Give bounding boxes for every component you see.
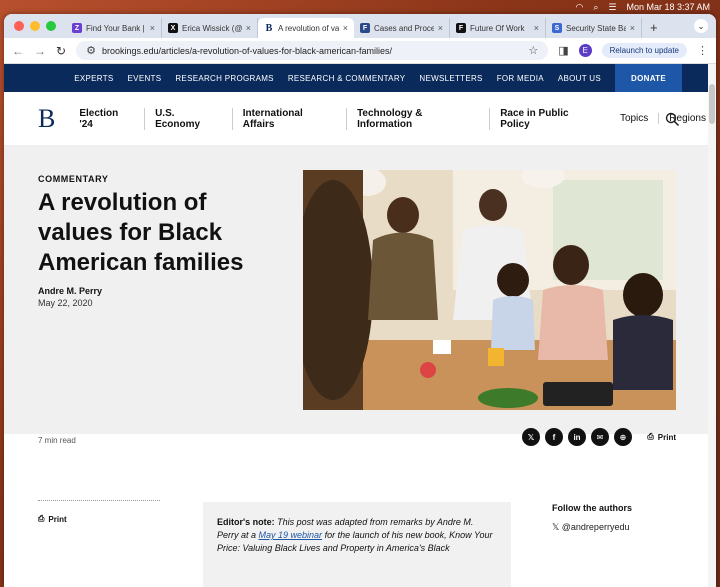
main-nav: B Election '24 U.S. Economy Internationa… <box>4 92 716 146</box>
reload-icon[interactable]: ↻ <box>56 44 66 58</box>
share-reddit-icon[interactable]: ⊕ <box>614 428 632 446</box>
browser-toolbar: ← → ↻ ⚙ brookings.edu/articles/a-revolut… <box>4 38 716 64</box>
tab-title: A revolution of va <box>278 23 339 33</box>
printer-icon: ⎙ <box>38 514 45 523</box>
article-headline: A revolution of values for Black America… <box>38 189 244 276</box>
control-center-icon[interactable]: ☰ <box>608 2 616 13</box>
nav-technology-information[interactable]: Technology & Information <box>357 107 491 130</box>
read-time: 7 min read <box>38 436 76 445</box>
share-buttons: 𝕏 f in ✉ ⊕ <box>522 428 632 446</box>
nav-international-affairs[interactable]: International Affairs <box>243 107 348 130</box>
utility-link-about-us[interactable]: ABOUT US <box>558 74 601 83</box>
search-icon[interactable] <box>665 112 680 130</box>
tab-bar: Z Find Your Bank | × X Erica Wissick (@ … <box>4 14 716 38</box>
relaunch-button[interactable]: Relaunch to update <box>601 43 687 58</box>
utility-link-experts[interactable]: EXPERTS <box>74 74 113 83</box>
tab-favicon: S <box>552 23 562 33</box>
share-x-icon[interactable]: 𝕏 <box>522 428 540 446</box>
utility-link-newsletters[interactable]: NEWSLETTERS <box>419 74 482 83</box>
article-meta-row: 7 min read 𝕏 f in ✉ ⊕ ⎙ Print <box>4 418 716 458</box>
more-menu-icon[interactable]: ⋮ <box>697 44 708 57</box>
article-author[interactable]: Andre M. Perry <box>38 286 102 296</box>
url-text: brookings.edu/articles/a-revolution-of-v… <box>101 45 393 56</box>
clock[interactable]: Mon Mar 18 3:37 AM <box>626 2 710 12</box>
sidebar-icon[interactable]: ◨ <box>558 44 568 57</box>
tab-security-state-bank[interactable]: S Security State Ba × <box>546 18 642 38</box>
share-linkedin-icon[interactable]: in <box>568 428 586 446</box>
follow-authors-heading: Follow the authors <box>552 503 632 513</box>
author-handle-text: @andreperryedu <box>561 522 630 532</box>
tab-title: Erica Wissick (@ <box>182 23 242 33</box>
sidebar-divider <box>38 500 160 501</box>
web-page: EXPERTS EVENTS RESEARCH PROGRAMS RESEARC… <box>4 64 716 587</box>
tab-search-icon[interactable]: ⌄ <box>694 19 708 33</box>
wifi-icon[interactable]: ◠ <box>575 2 583 13</box>
close-tab-icon[interactable]: × <box>630 23 635 33</box>
tab-favicon: F <box>456 23 466 33</box>
utility-link-research-commentary[interactable]: RESEARCH & COMMENTARY <box>288 74 406 83</box>
macos-menubar: ◠ ⌕ ☰ Mon Mar 18 3:37 AM <box>0 0 720 14</box>
close-tab-icon[interactable]: × <box>343 23 348 33</box>
close-window-button[interactable] <box>14 21 24 31</box>
bookmark-star-icon[interactable]: ☆ <box>528 44 538 57</box>
profile-avatar[interactable]: E <box>578 44 592 57</box>
window-controls <box>10 21 66 38</box>
tab-favicon: F <box>360 23 370 33</box>
editors-note: Editor's note: This post was adapted fro… <box>203 502 511 587</box>
article-date: May 22, 2020 <box>38 298 93 308</box>
print-button-top[interactable]: ⎙ Print <box>647 432 676 442</box>
editors-note-label: Editor's note: <box>217 517 275 527</box>
close-tab-icon[interactable]: × <box>438 23 443 33</box>
close-tab-icon[interactable]: × <box>150 23 155 33</box>
scrollbar-thumb[interactable] <box>709 84 715 124</box>
tab-title: Security State Ba <box>566 23 626 33</box>
nav-topics[interactable]: Topics <box>620 113 660 124</box>
hero-photo <box>303 170 676 410</box>
spotlight-icon[interactable]: ⌕ <box>593 2 598 13</box>
minimize-window-button[interactable] <box>30 21 40 31</box>
donate-button[interactable]: DONATE <box>615 64 682 92</box>
article-kicker[interactable]: COMMENTARY <box>38 174 109 184</box>
forward-arrow-icon[interactable]: → <box>34 44 46 58</box>
article-hero: COMMENTARY A revolution of values for Bl… <box>4 146 716 434</box>
new-tab-button[interactable]: + <box>642 20 666 38</box>
tab-favicon: B <box>264 22 274 34</box>
address-bar[interactable]: ⚙ brookings.edu/articles/a-revolution-of… <box>76 41 549 60</box>
tab-title: Find Your Bank | <box>86 23 145 33</box>
page-scrollbar[interactable] <box>708 64 716 587</box>
browser-window: Z Find Your Bank | × X Erica Wissick (@ … <box>4 14 716 587</box>
tab-favicon: Z <box>72 23 82 33</box>
site-info-icon[interactable]: ⚙ <box>86 44 96 57</box>
print-button-side[interactable]: ⎙ Print <box>38 514 67 524</box>
utility-link-events[interactable]: EVENTS <box>128 74 162 83</box>
print-label: Print <box>657 432 676 442</box>
utility-nav: EXPERTS EVENTS RESEARCH PROGRAMS RESEARC… <box>4 64 716 92</box>
close-tab-icon[interactable]: × <box>534 23 539 33</box>
share-email-icon[interactable]: ✉ <box>591 428 609 446</box>
nav-us-economy[interactable]: U.S. Economy <box>155 107 233 130</box>
tab-revolution-of-values[interactable]: B A revolution of va × <box>258 18 354 38</box>
author-twitter-handle[interactable]: 𝕏 @andreperryedu <box>552 522 629 533</box>
brookings-logo[interactable]: B <box>38 104 55 134</box>
tab-erica-wissick[interactable]: X Erica Wissick (@ × <box>162 18 258 38</box>
printer-icon: ⎙ <box>647 432 654 441</box>
webinar-link[interactable]: May 19 webinar <box>259 530 323 540</box>
close-tab-icon[interactable]: × <box>246 23 251 33</box>
tab-cases-and-proceedings[interactable]: F Cases and Proce × <box>354 18 450 38</box>
nav-race-in-public-policy[interactable]: Race in Public Policy <box>500 108 610 130</box>
tab-favicon: X <box>168 23 178 33</box>
share-facebook-icon[interactable]: f <box>545 428 563 446</box>
back-arrow-icon[interactable]: ← <box>12 44 24 58</box>
utility-link-research-programs[interactable]: RESEARCH PROGRAMS <box>175 74 273 83</box>
zoom-window-button[interactable] <box>46 21 56 31</box>
utility-link-for-media[interactable]: FOR MEDIA <box>497 74 544 83</box>
tab-find-your-bank[interactable]: Z Find Your Bank | × <box>66 18 162 38</box>
x-logo-icon: 𝕏 <box>552 522 560 532</box>
nav-election-24[interactable]: Election '24 <box>79 107 146 130</box>
tab-title: Cases and Proce <box>374 23 434 33</box>
tab-future-of-work[interactable]: F Future Of Work × <box>450 18 546 38</box>
tab-title: Future Of Work <box>470 23 525 33</box>
print-label: Print <box>48 514 67 524</box>
